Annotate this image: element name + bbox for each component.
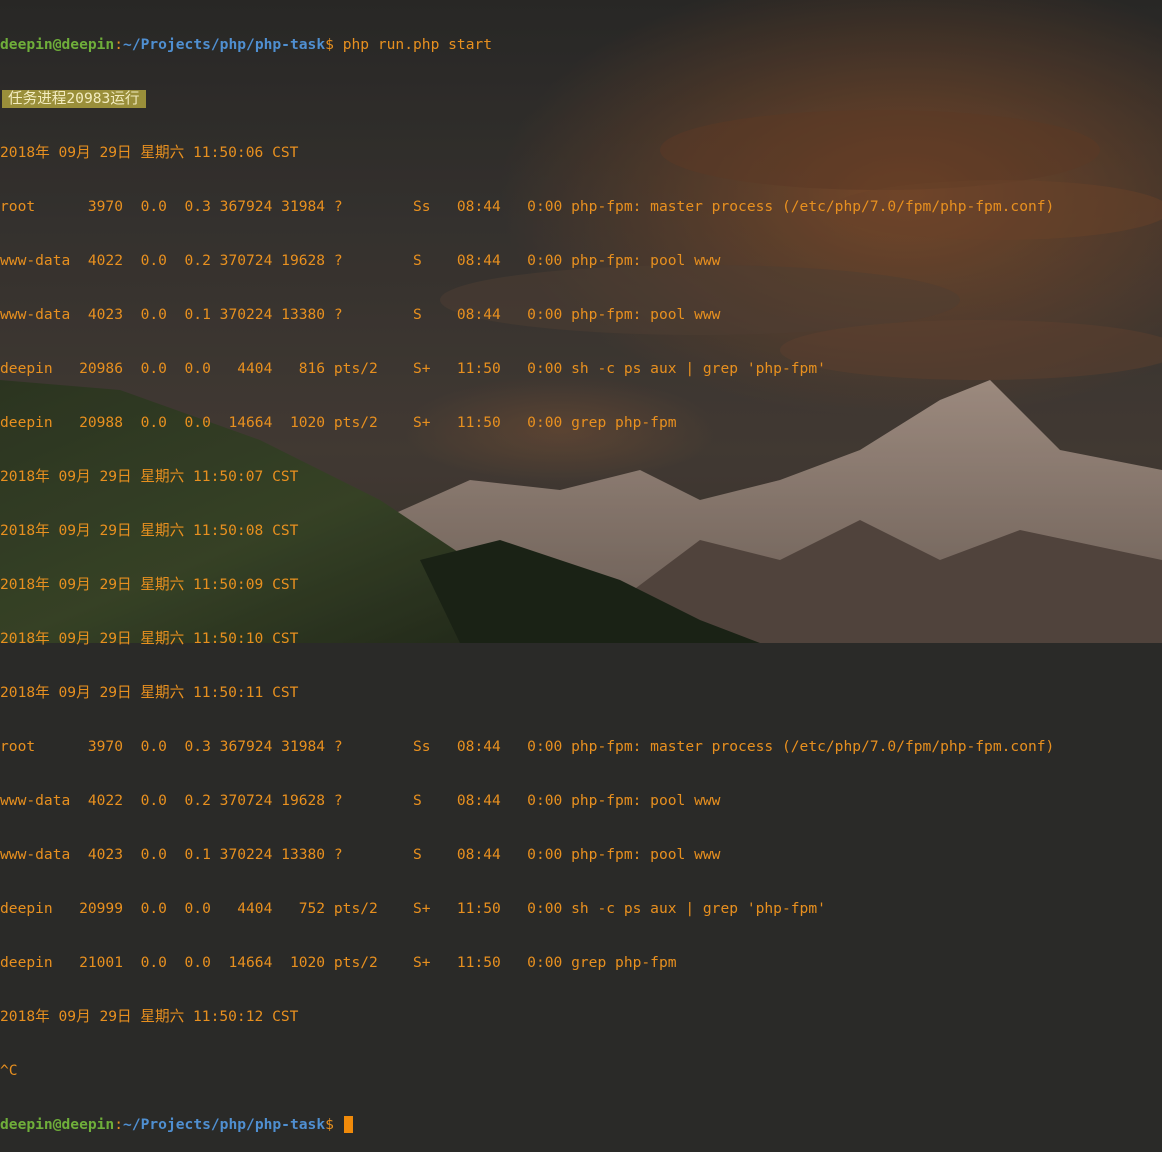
output-line: 2018年 09月 29日 星期六 11:50:09 CST: [0, 576, 299, 593]
prompt-path: ~/Projects/php/php-task: [123, 36, 326, 53]
output-line: 2018年 09月 29日 星期六 11:50:12 CST: [0, 1008, 299, 1025]
prompt-path: ~/Projects/php/php-task: [123, 1116, 326, 1133]
output-line: ^C: [0, 1062, 18, 1079]
output-line: 2018年 09月 29日 星期六 11:50:06 CST: [0, 144, 299, 161]
prompt-line-current[interactable]: deepin@deepin:~/Projects/php/php-task$: [0, 1116, 1162, 1134]
prompt-user-host: deepin@deepin: [0, 36, 115, 53]
output-line: deepin 20986 0.0 0.0 4404 816 pts/2 S+ 1…: [0, 360, 826, 377]
output-line: deepin 21001 0.0 0.0 14664 1020 pts/2 S+…: [0, 954, 677, 971]
prompt-line: deepin@deepin:~/Projects/php/php-task$ p…: [0, 36, 1162, 54]
status-badge-line: 任务进程20983运行: [0, 90, 1162, 108]
status-badge: 任务进程20983运行: [2, 90, 146, 108]
output-line: www-data 4023 0.0 0.1 370224 13380 ? S 0…: [0, 306, 721, 323]
prompt-separator: :: [114, 1116, 124, 1133]
output-line: www-data 4022 0.0 0.2 370724 19628 ? S 0…: [0, 792, 721, 809]
output-line: root 3970 0.0 0.3 367924 31984 ? Ss 08:4…: [0, 738, 1055, 755]
output-line: 2018年 09月 29日 星期六 11:50:11 CST: [0, 684, 299, 701]
output-line: www-data 4023 0.0 0.1 370224 13380 ? S 0…: [0, 846, 721, 863]
prompt-symbol: $: [325, 36, 334, 53]
terminal-window[interactable]: deepin@deepin:~/Projects/php/php-task$ p…: [0, 0, 1162, 1133]
output-line: 2018年 09月 29日 星期六 11:50:07 CST: [0, 468, 299, 485]
output-line: 2018年 09月 29日 星期六 11:50:08 CST: [0, 522, 299, 539]
output-line: deepin 20999 0.0 0.0 4404 752 pts/2 S+ 1…: [0, 900, 826, 917]
prompt-command: php run.php start: [333, 36, 493, 53]
prompt-separator: :: [114, 36, 124, 53]
output-line: 2018年 09月 29日 星期六 11:50:10 CST: [0, 630, 299, 647]
prompt-user-host: deepin@deepin: [0, 1116, 115, 1133]
output-line: deepin 20988 0.0 0.0 14664 1020 pts/2 S+…: [0, 414, 677, 431]
output-line: root 3970 0.0 0.3 367924 31984 ? Ss 08:4…: [0, 198, 1055, 215]
prompt-symbol: $: [325, 1116, 334, 1133]
text-cursor[interactable]: [343, 1116, 353, 1133]
output-line: www-data 4022 0.0 0.2 370724 19628 ? S 0…: [0, 252, 721, 269]
